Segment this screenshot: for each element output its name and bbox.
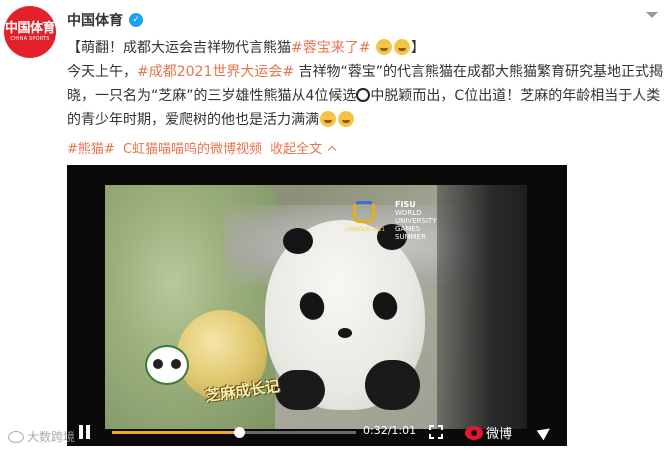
chevron-up-icon	[327, 145, 337, 155]
panda-emoji-icon	[356, 88, 371, 102]
video-player[interactable]: CHENGDU 2021 FISU WORLD UNIVERSITY GAMES…	[67, 165, 567, 446]
laughing-emoji-icon	[375, 39, 392, 55]
panda-paw	[275, 370, 325, 410]
sponsor-logo: FISU WORLD UNIVERSITY GAMES SUMMER	[395, 200, 437, 242]
progress-fill	[112, 431, 239, 434]
panda-eye	[368, 288, 402, 324]
post-footer-links: #熊猫# C虹猫喵喵呜的微博视频 收起全文	[67, 138, 339, 157]
post-line-1: 【萌翻！成都大运会吉祥物代言熊猫#蓉宝来了# 】	[67, 39, 425, 56]
more-options-chevron-icon[interactable]	[646, 12, 660, 22]
video-frame[interactable]: CHENGDU 2021 FISU WORLD UNIVERSITY GAMES…	[105, 185, 527, 429]
progress-bar[interactable]	[112, 427, 356, 438]
account-avatar[interactable]: 中国体育 CHINA SPORTS	[4, 6, 56, 58]
collapse-text-link[interactable]: 收起全文	[270, 142, 337, 157]
verified-icon: ✓	[129, 13, 143, 27]
post-line-3: 晓，一只名为“芝麻”的三岁雄性熊猫从4位候选 中脱颖而出，C位出道！芝麻的年龄相当…	[67, 88, 661, 104]
weibo-icon	[465, 425, 483, 440]
laughing-emoji-icon	[320, 111, 336, 127]
panda-ear	[283, 228, 313, 254]
video-scene-edge	[437, 185, 527, 429]
avatar-logo-text: 中国体育	[4, 20, 56, 36]
panda-eye	[295, 288, 329, 324]
post-line-2: 今天上午，#成都2021世界大运会# 吉祥物“蓉宝”的代言熊猫在成都大熊猫繁育研…	[67, 64, 664, 80]
hashtag-link[interactable]: #成都2021世界大运会#	[137, 64, 294, 80]
event-logo-text: CHENGDU 2021	[345, 227, 385, 233]
video-controls: 0:32/1:01 微博	[67, 416, 567, 446]
account-name[interactable]: 中国体育	[67, 10, 123, 30]
post-text: 【萌翻！成都大运会吉祥物代言熊猫#蓉宝来了# 】 今天上午，#成都2021世界大…	[67, 36, 664, 132]
hashtag-link[interactable]: #蓉宝来了#	[291, 40, 370, 56]
hashtag-link[interactable]: #熊猫#	[67, 142, 115, 157]
progress-handle[interactable]	[233, 427, 245, 438]
post-line-4: 的青少年时期，爱爬树的他也是活力满满	[67, 108, 657, 132]
account-header: 中国体育 ✓	[67, 10, 143, 30]
playback-time: 0:32/1:01	[363, 424, 417, 437]
weibo-logo[interactable]: 微博	[465, 423, 512, 442]
event-logo-icon	[353, 201, 375, 223]
laughing-emoji-icon	[393, 39, 410, 55]
panda-nose	[338, 328, 352, 338]
panda-figure	[265, 220, 425, 410]
video-source-link[interactable]: C虹猫喵喵呜的微博视频	[123, 142, 262, 157]
share-icon[interactable]	[536, 423, 554, 441]
laughing-emoji-icon	[338, 111, 354, 127]
watermark: 大数跨境	[8, 428, 75, 445]
pause-icon[interactable]	[79, 425, 93, 439]
watermark-icon	[8, 430, 24, 443]
panda-paw	[365, 360, 420, 410]
fullscreen-icon[interactable]	[429, 425, 443, 439]
cartoon-panda-icon	[145, 345, 189, 385]
avatar-logo-subtext: CHINA SPORTS	[10, 35, 50, 42]
